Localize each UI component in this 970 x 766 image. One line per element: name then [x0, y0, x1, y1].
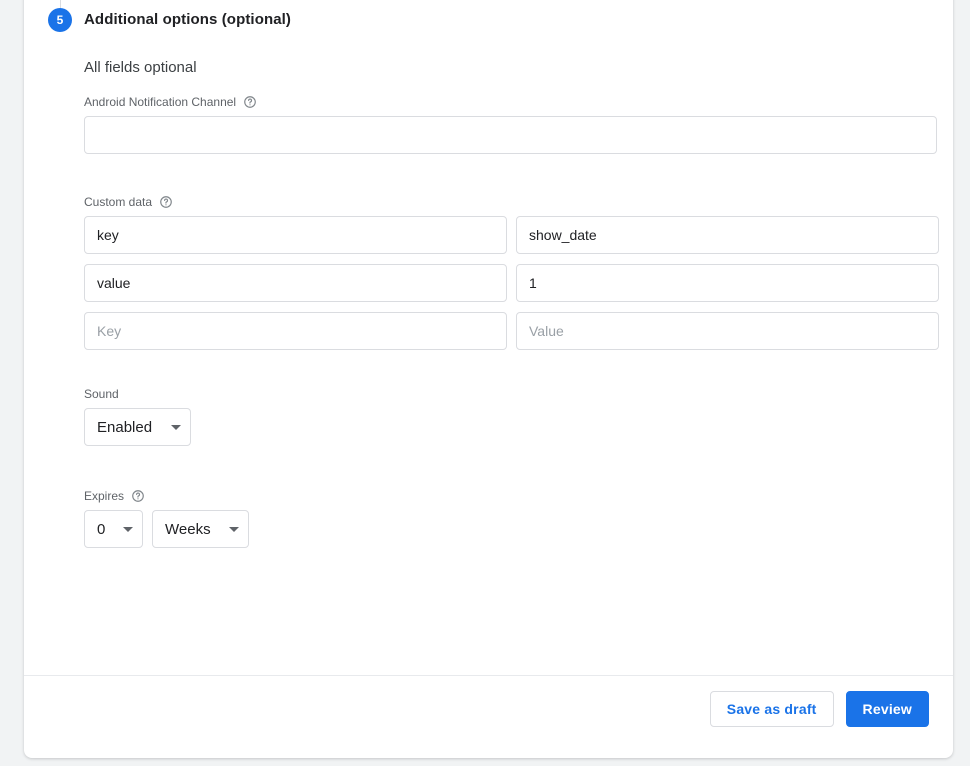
sound-select-value: Enabled [97, 418, 153, 436]
chevron-down-icon [123, 526, 133, 532]
sound-field-group: Sound Enabled [84, 386, 953, 446]
additional-options-card: 5 Additional options (optional) All fiel… [24, 0, 953, 758]
card-footer: Save as draft Review [24, 675, 953, 759]
custom-data-row [84, 264, 953, 302]
custom-data-row [84, 312, 953, 350]
custom-data-key-cell [84, 216, 507, 254]
custom-data-key-cell [84, 264, 507, 302]
expires-controls: 0 Weeks [84, 510, 953, 548]
custom-data-row [84, 216, 953, 254]
help-circle-icon[interactable] [159, 195, 173, 209]
expires-unit-value: Weeks [165, 520, 211, 538]
expires-amount-value: 0 [97, 520, 106, 538]
custom-data-key-input[interactable] [84, 264, 507, 302]
expires-amount-select[interactable]: 0 [84, 510, 143, 548]
custom-data-value-input[interactable] [516, 216, 939, 254]
custom-data-key-cell [84, 312, 507, 350]
custom-data-label-row: Custom data [84, 194, 953, 210]
help-circle-icon[interactable] [243, 95, 257, 109]
all-fields-optional-note: All fields optional [84, 59, 197, 76]
android-channel-field-group: Android Notification Channel [84, 94, 953, 154]
expires-field-group: Expires 0 Weeks [84, 488, 953, 548]
step-number-badge: 5 [48, 8, 72, 32]
sound-select[interactable]: Enabled [84, 408, 191, 446]
sound-label: Sound [84, 387, 119, 401]
form-body: All fields optional Android Notification… [84, 58, 953, 548]
custom-data-label: Custom data [84, 195, 153, 209]
android-channel-input[interactable] [84, 116, 937, 154]
custom-data-value-input[interactable] [516, 312, 939, 350]
review-button[interactable]: Review [845, 691, 929, 727]
step-connector-line [59, 0, 61, 8]
expires-label-row: Expires [84, 488, 953, 504]
expires-unit-select[interactable]: Weeks [152, 510, 249, 548]
page-title: Additional options (optional) [84, 11, 292, 28]
custom-data-value-cell [516, 312, 939, 350]
custom-data-value-cell [516, 264, 939, 302]
android-channel-label: Android Notification Channel [84, 95, 237, 109]
help-circle-icon[interactable] [131, 489, 145, 503]
custom-data-key-input[interactable] [84, 312, 507, 350]
custom-data-value-cell [516, 216, 939, 254]
custom-data-field-group: Custom data [84, 194, 953, 350]
custom-data-key-input[interactable] [84, 216, 507, 254]
step-header: 5 Additional options (optional) [24, 0, 953, 58]
android-channel-label-row: Android Notification Channel [84, 94, 953, 110]
sound-label-row: Sound [84, 386, 953, 402]
expires-label: Expires [84, 489, 125, 503]
footer-actions: Save as draft Review [709, 691, 929, 727]
chevron-down-icon [171, 424, 181, 430]
custom-data-value-input[interactable] [516, 264, 939, 302]
chevron-down-icon [229, 526, 239, 532]
save-as-draft-button[interactable]: Save as draft [709, 691, 834, 727]
